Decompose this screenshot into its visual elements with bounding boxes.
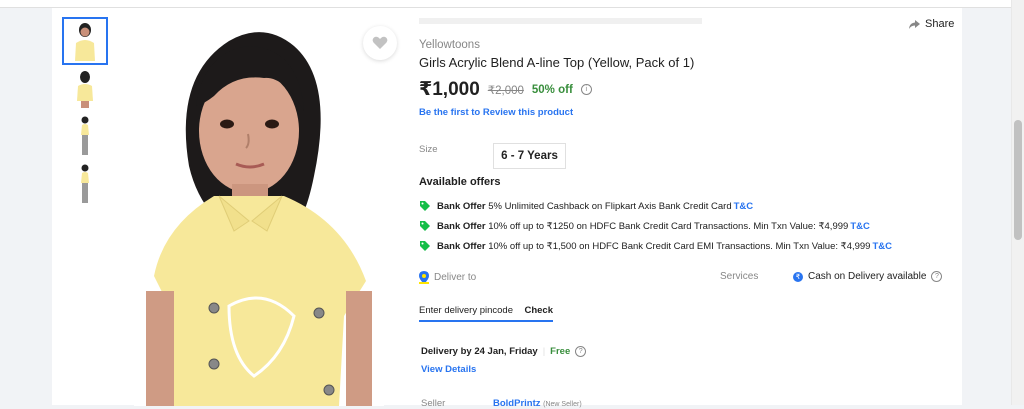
thumbnail-3[interactable] xyxy=(62,113,108,161)
cod-text: Cash on Delivery available xyxy=(808,271,927,282)
page-scrollbar[interactable] xyxy=(1011,0,1024,405)
thumbnail-image-2 xyxy=(77,71,93,108)
scrollbar-thumb[interactable] xyxy=(1014,120,1022,240)
offers-title: Available offers xyxy=(419,176,501,188)
selling-price: ₹1,000 xyxy=(419,79,480,100)
pincode-box: Check xyxy=(419,300,553,322)
offer-tc-link[interactable]: T&C xyxy=(734,201,754,212)
tag-icon xyxy=(420,201,430,211)
offer-tc-link[interactable]: T&C xyxy=(872,241,892,252)
help-icon[interactable]: ? xyxy=(575,346,587,357)
offer-item: Bank Offer 10% off up to ₹1,500 on HDFC … xyxy=(419,240,892,252)
tag-icon xyxy=(420,241,430,251)
rupee-icon: ₹ xyxy=(793,271,803,282)
discount-badge: 50% off xyxy=(531,83,573,96)
product-main-image[interactable] xyxy=(134,16,384,406)
top-bar xyxy=(0,0,1024,8)
delivery-free: Free xyxy=(550,346,571,357)
deliver-to: Deliver to xyxy=(419,271,476,284)
thumbnail-list xyxy=(62,17,108,209)
deliver-to-label: Deliver to xyxy=(434,272,477,283)
seller-label: Seller xyxy=(421,398,446,409)
thumbnail-image-1 xyxy=(75,23,95,61)
share-label: Share xyxy=(925,18,955,30)
price-info-icon[interactable]: i xyxy=(580,84,592,95)
thumbnail-4[interactable] xyxy=(62,161,108,209)
help-icon[interactable]: ? xyxy=(931,271,943,282)
share-icon xyxy=(909,19,920,29)
seller-name[interactable]: BoldPrintz xyxy=(493,398,541,409)
size-option-selected[interactable]: 6 - 7 Years xyxy=(493,143,566,169)
seller-name-link[interactable]: BoldPrintz (New Seller) xyxy=(493,398,582,409)
offer-item: Bank Offer 10% off up to ₹1250 on HDFC B… xyxy=(419,220,870,232)
offer-text: 5% Unlimited Cashback on Flipkart Axis B… xyxy=(488,200,732,212)
share-button[interactable]: Share xyxy=(909,18,954,30)
offer-type: Bank Offer xyxy=(437,240,486,252)
cod-service: ₹ Cash on Delivery available ? xyxy=(793,271,943,282)
check-button[interactable]: Check xyxy=(524,305,553,316)
pincode-input[interactable] xyxy=(419,304,519,316)
tag-icon xyxy=(420,221,430,231)
location-pin-icon xyxy=(419,271,429,284)
offer-type: Bank Offer xyxy=(437,200,486,212)
wishlist-button[interactable] xyxy=(363,26,397,60)
offer-type: Bank Offer xyxy=(437,220,486,232)
product-card: Share Yellowtoons Girls Acrylic Blend A-… xyxy=(52,8,962,409)
thumbnail-image-3 xyxy=(81,116,89,155)
delivery-date-row: Delivery by 24 Jan, Friday | Free ? xyxy=(421,346,587,357)
thumbnail-1[interactable] xyxy=(62,17,108,65)
delivery-date: Delivery by 24 Jan, Friday xyxy=(421,346,538,357)
review-link[interactable]: Be the first to Review this product xyxy=(419,107,573,118)
delivery-separator: | xyxy=(542,346,546,357)
offer-tc-link[interactable]: T&C xyxy=(850,221,870,232)
offer-item: Bank Offer 5% Unlimited Cashback on Flip… xyxy=(419,200,753,212)
price-row: ₹1,000 ₹2,000 50% off i xyxy=(419,78,592,101)
breadcrumb-placeholder xyxy=(419,18,702,24)
girl-photo xyxy=(134,16,384,406)
size-label: Size xyxy=(419,144,438,155)
services-label: Services xyxy=(720,271,759,282)
view-details-link[interactable]: View Details xyxy=(421,364,476,375)
offer-text: 10% off up to ₹1,500 on HDFC Bank Credit… xyxy=(488,240,871,252)
thumbnail-image-4 xyxy=(81,164,89,203)
thumbnail-2[interactable] xyxy=(62,65,108,113)
brand-name[interactable]: Yellowtoons xyxy=(419,39,480,51)
product-title: Girls Acrylic Blend A-line Top (Yellow, … xyxy=(419,55,695,70)
offer-text: 10% off up to ₹1250 on HDFC Bank Credit … xyxy=(488,220,849,232)
mrp-price: ₹2,000 xyxy=(487,84,524,97)
heart-icon xyxy=(372,36,388,49)
